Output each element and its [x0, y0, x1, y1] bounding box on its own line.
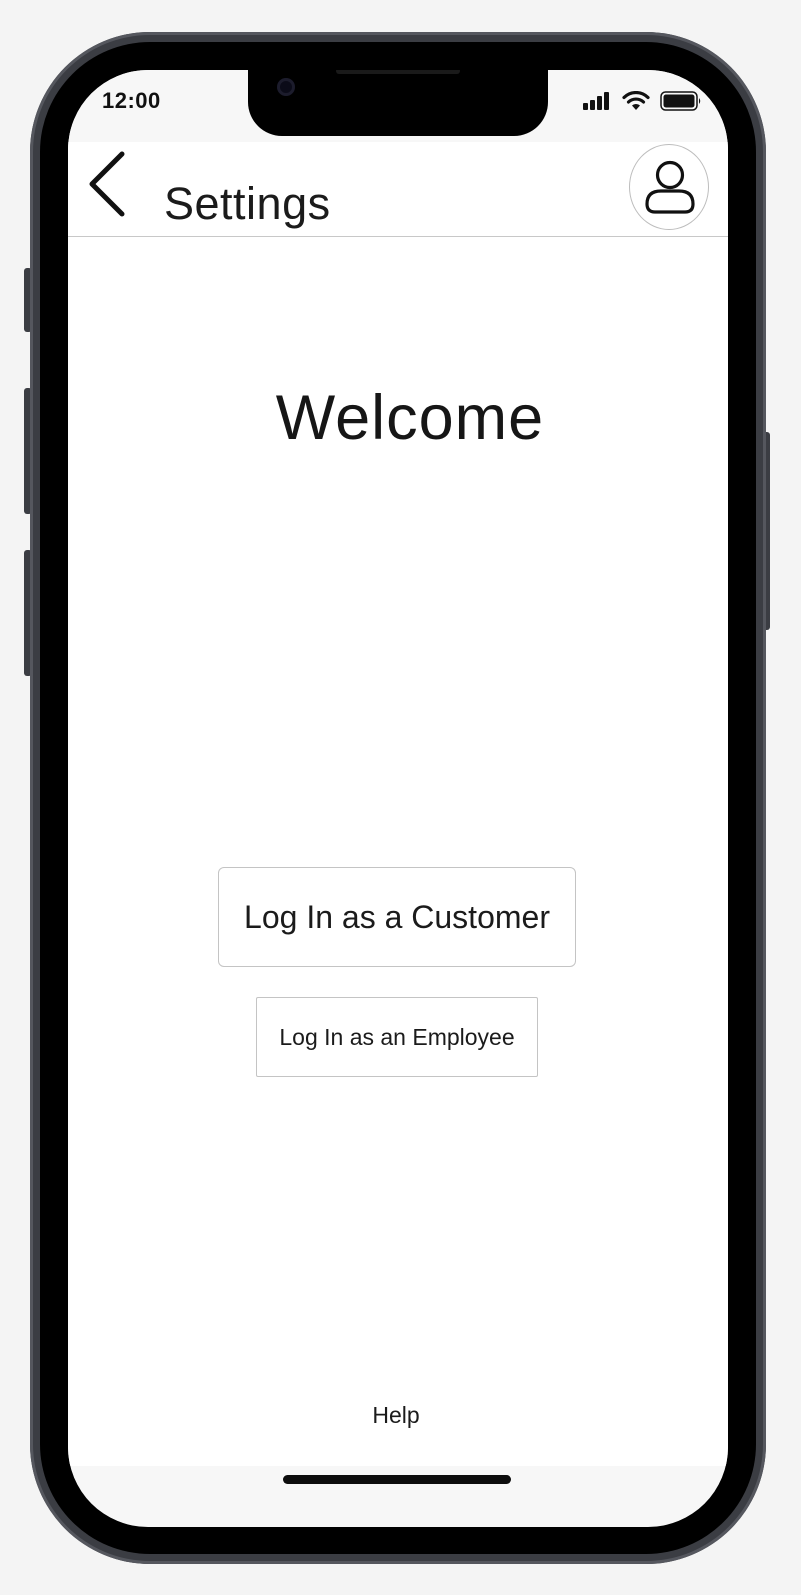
- user-icon: [645, 160, 695, 214]
- camera-icon: [277, 78, 295, 96]
- screen: 12:00 Settings Welcome Log In as a Custo…: [68, 70, 728, 1527]
- chevron-left-icon: [89, 151, 125, 217]
- wifi-icon: [622, 91, 650, 110]
- signal-icon: [583, 92, 609, 110]
- app-content: Settings Welcome Log In as a Customer Lo…: [68, 142, 728, 1466]
- status-icons: [582, 90, 702, 112]
- profile-button[interactable]: [629, 144, 709, 230]
- status-time: 12:00: [102, 88, 161, 113]
- speaker-grille: [336, 70, 460, 74]
- notch: [248, 70, 548, 136]
- status-bar: 12:00: [68, 70, 728, 142]
- welcome-heading: Welcome: [275, 383, 545, 453]
- page-title: Settings: [164, 178, 331, 229]
- employee-login-button[interactable]: Log In as an Employee: [256, 997, 538, 1077]
- phone-mockup: 12:00 Settings Welcome Log In as a Custo…: [0, 0, 801, 1595]
- header: Settings: [68, 142, 728, 237]
- battery-icon: [660, 91, 701, 111]
- back-button[interactable]: [86, 150, 136, 220]
- help-link[interactable]: Help: [68, 1402, 724, 1429]
- customer-login-button[interactable]: Log In as a Customer: [218, 867, 576, 967]
- home-indicator: [283, 1475, 511, 1484]
